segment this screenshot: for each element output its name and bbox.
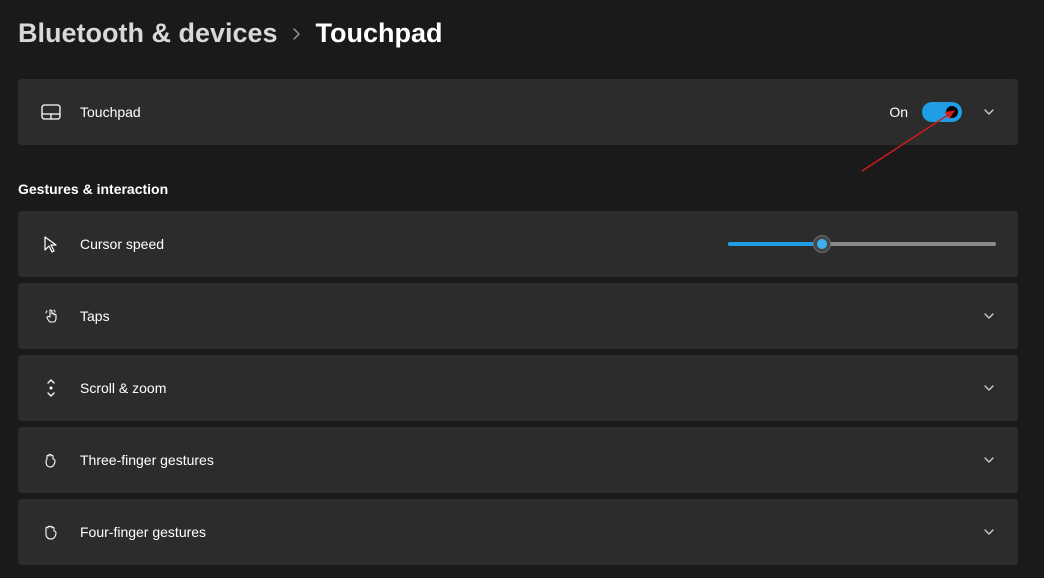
chevron-down-icon: [982, 381, 996, 395]
page-title: Touchpad: [316, 18, 443, 49]
scroll-zoom-row[interactable]: Scroll & zoom: [18, 355, 1018, 421]
slider-fill: [728, 242, 822, 246]
chevron-down-icon[interactable]: [982, 105, 996, 119]
touchpad-label: Touchpad: [80, 104, 889, 120]
chevron-down-icon: [982, 453, 996, 467]
three-finger-label: Three-finger gestures: [80, 452, 982, 468]
toggle-knob: [946, 106, 958, 118]
section-title-gestures: Gestures & interaction: [18, 181, 1018, 197]
breadcrumb-parent[interactable]: Bluetooth & devices: [18, 18, 278, 49]
toggle-status-text: On: [889, 104, 908, 120]
touchpad-toggle[interactable]: [922, 102, 962, 122]
four-finger-label: Four-finger gestures: [80, 524, 982, 540]
touchpad-toggle-card[interactable]: Touchpad On: [18, 79, 1018, 145]
breadcrumb: Bluetooth & devices Touchpad: [18, 18, 1018, 49]
cursor-speed-row: Cursor speed: [18, 211, 1018, 277]
chevron-down-icon: [982, 525, 996, 539]
four-finger-row[interactable]: Four-finger gestures: [18, 499, 1018, 565]
chevron-down-icon: [982, 309, 996, 323]
cursor-speed-label: Cursor speed: [80, 236, 728, 252]
slider-thumb[interactable]: [813, 235, 831, 253]
taps-row[interactable]: Taps: [18, 283, 1018, 349]
tap-icon: [40, 305, 62, 327]
hand-three-icon: [40, 449, 62, 471]
three-finger-row[interactable]: Three-finger gestures: [18, 427, 1018, 493]
hand-four-icon: [40, 521, 62, 543]
scroll-zoom-label: Scroll & zoom: [80, 380, 982, 396]
touchpad-icon: [40, 101, 62, 123]
cursor-icon: [40, 233, 62, 255]
cursor-speed-slider[interactable]: [728, 234, 996, 254]
scroll-icon: [40, 377, 62, 399]
taps-label: Taps: [80, 308, 982, 324]
chevron-right-icon: [292, 24, 302, 47]
